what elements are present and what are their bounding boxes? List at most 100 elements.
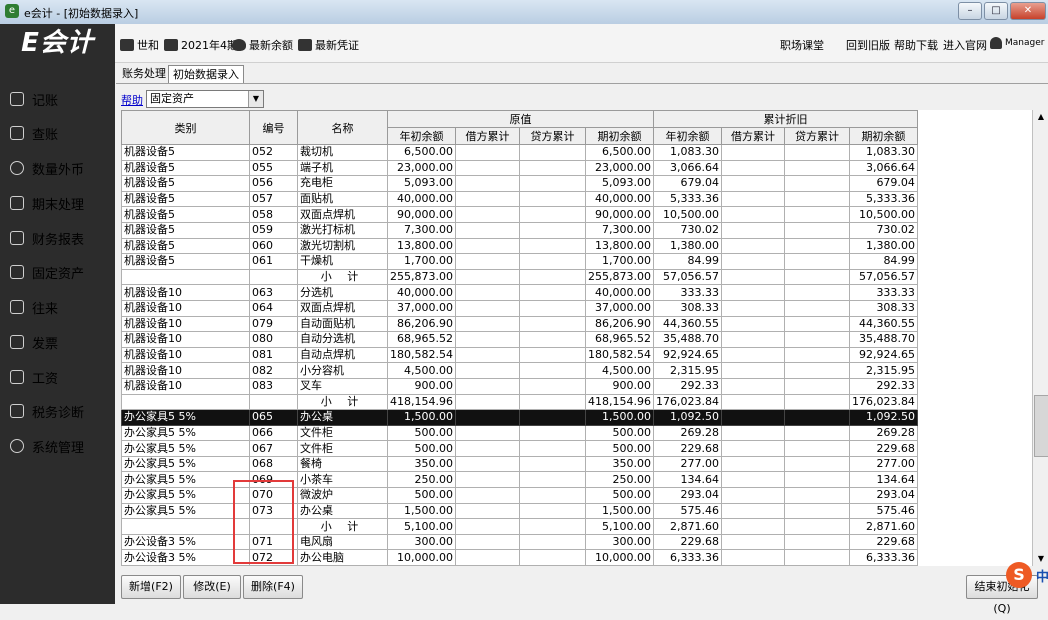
subheader-7[interactable]: 期初余额 <box>848 127 918 145</box>
table-cell[interactable]: 13,800.00 <box>584 237 654 255</box>
table-cell[interactable]: 1,500.00 <box>584 502 654 520</box>
table-cell[interactable] <box>783 377 850 395</box>
table-row[interactable]: 机器设备10 064 双面点焊机 37,000.00 37,000.00 308.33 30… <box>121 299 918 317</box>
table-cell[interactable] <box>720 284 785 301</box>
table-cell[interactable] <box>518 175 586 192</box>
table-cell[interactable] <box>518 346 586 364</box>
table-cell[interactable]: 1,092.50 <box>652 409 722 426</box>
table-cell[interactable]: 500.00 <box>387 424 456 442</box>
table-cell[interactable] <box>783 502 850 520</box>
table-cell[interactable] <box>454 299 520 317</box>
table-cell[interactable] <box>518 221 586 239</box>
toolbar-latest-balance[interactable]: 最新余额 <box>232 37 293 53</box>
table-cell[interactable]: 500.00 <box>584 440 654 457</box>
table-cell[interactable]: 自动面贴机 <box>297 315 388 333</box>
table-cell[interactable]: 2,315.95 <box>848 362 918 379</box>
table-row[interactable]: 机器设备10 083 叉车 900.00 900.00 292.33 292.33 <box>121 377 918 395</box>
table-cell[interactable]: 5,333.36 <box>652 190 722 208</box>
table-cell[interactable] <box>454 409 520 426</box>
table-cell[interactable] <box>518 533 586 551</box>
table-row[interactable]: 机器设备5 055 端子机 23,000.00 23,000.00 3,066.64 3,0… <box>121 159 918 177</box>
table-cell[interactable]: 57,056.57 <box>652 268 722 286</box>
table-cell[interactable]: 10,500.00 <box>652 206 722 223</box>
table-cell[interactable] <box>454 221 520 239</box>
table-cell[interactable]: 059 <box>249 221 298 239</box>
table-cell[interactable] <box>720 315 785 333</box>
table-cell[interactable] <box>783 440 850 457</box>
table-cell[interactable]: 44,360.55 <box>652 315 722 333</box>
table-cell[interactable]: 57,056.57 <box>848 268 918 286</box>
table-cell[interactable]: 84.99 <box>848 253 918 270</box>
table-cell[interactable]: 2,871.60 <box>848 518 918 535</box>
table-cell[interactable]: 082 <box>249 362 298 379</box>
table-cell[interactable] <box>518 424 586 442</box>
table-cell[interactable]: 277.00 <box>848 455 918 473</box>
table-cell[interactable]: 86,206.90 <box>387 315 456 333</box>
table-cell[interactable]: 面贴机 <box>297 190 388 208</box>
table-cell[interactable]: 双面点焊机 <box>297 299 388 317</box>
table-cell[interactable] <box>121 268 250 286</box>
sidebar-item-fixed-assets[interactable]: 固定资产 <box>0 257 115 287</box>
restore-button[interactable]: □ <box>984 2 1008 20</box>
table-cell[interactable]: 办公桌 <box>297 409 388 426</box>
table-cell[interactable]: 900.00 <box>584 377 654 395</box>
table-cell[interactable] <box>518 440 586 457</box>
table-cell[interactable]: 500.00 <box>387 487 456 504</box>
table-cell[interactable]: 057 <box>249 190 298 208</box>
table-cell[interactable]: 小 计 <box>297 518 388 535</box>
sidebar-item-system[interactable]: 系统管理 <box>0 431 115 461</box>
sidebar-item-invoices[interactable]: 发票 <box>0 327 115 357</box>
table-cell[interactable] <box>121 518 250 535</box>
table-cell[interactable] <box>720 190 785 208</box>
table-cell[interactable]: 064 <box>249 299 298 317</box>
table-cell[interactable]: 176,023.84 <box>848 393 918 411</box>
table-cell[interactable]: 066 <box>249 424 298 442</box>
table-cell[interactable]: 40,000.00 <box>584 190 654 208</box>
table-cell[interactable]: 6,333.36 <box>652 549 722 566</box>
table-cell[interactable]: 1,500.00 <box>387 409 456 426</box>
table-cell[interactable] <box>783 253 850 270</box>
link-old-version[interactable]: 回到旧版 <box>846 37 890 53</box>
table-cell[interactable]: 1,380.00 <box>652 237 722 255</box>
table-cell[interactable] <box>518 393 586 411</box>
scroll-thumb[interactable] <box>1034 395 1048 457</box>
table-cell[interactable] <box>783 221 850 239</box>
table-cell[interactable]: 308.33 <box>652 299 722 317</box>
table-cell[interactable]: 小 计 <box>297 393 388 411</box>
subheader-6[interactable]: 贷方累计 <box>783 127 850 145</box>
table-cell[interactable] <box>783 362 850 379</box>
table-cell[interactable] <box>783 487 850 504</box>
table-cell[interactable] <box>783 518 850 535</box>
table-row[interactable]: 机器设备10 082 小分容机 4,500.00 4,500.00 2,315.95 2,3… <box>121 362 918 379</box>
table-cell[interactable] <box>783 299 850 317</box>
table-cell[interactable] <box>454 377 520 395</box>
table-cell[interactable]: 5,333.36 <box>848 190 918 208</box>
table-cell[interactable]: 机器设备10 <box>121 315 250 333</box>
table-cell[interactable]: 机器设备10 <box>121 284 250 301</box>
table-cell[interactable]: 激光切割机 <box>297 237 388 255</box>
table-cell[interactable]: 065 <box>249 409 298 426</box>
table-cell[interactable] <box>249 268 298 286</box>
table-cell[interactable]: 1,380.00 <box>848 237 918 255</box>
table-cell[interactable] <box>783 393 850 411</box>
table-cell[interactable]: 3,066.64 <box>848 159 918 177</box>
table-cell[interactable] <box>518 237 586 255</box>
user-menu[interactable]: Manager <box>990 37 1044 49</box>
table-cell[interactable]: 办公电脑 <box>297 549 388 566</box>
table-cell[interactable] <box>783 533 850 551</box>
table-cell[interactable] <box>454 471 520 489</box>
table-cell[interactable]: 机器设备5 <box>121 190 250 208</box>
table-cell[interactable]: 6,500.00 <box>387 144 456 161</box>
ime-language[interactable]: 中 <box>1036 566 1048 585</box>
table-cell[interactable]: 10,000.00 <box>387 549 456 566</box>
table-cell[interactable]: 1,700.00 <box>387 253 456 270</box>
subheader-2[interactable]: 贷方累计 <box>518 127 586 145</box>
link-career-class[interactable]: 职场课堂 <box>780 37 824 53</box>
table-cell[interactable] <box>783 268 850 286</box>
table-cell[interactable]: 056 <box>249 175 298 192</box>
table-cell[interactable]: 双面点焊机 <box>297 206 388 223</box>
table-cell[interactable] <box>454 190 520 208</box>
table-cell[interactable]: 300.00 <box>584 533 654 551</box>
table-cell[interactable] <box>518 549 586 566</box>
subheader-0[interactable]: 年初余额 <box>387 127 456 145</box>
